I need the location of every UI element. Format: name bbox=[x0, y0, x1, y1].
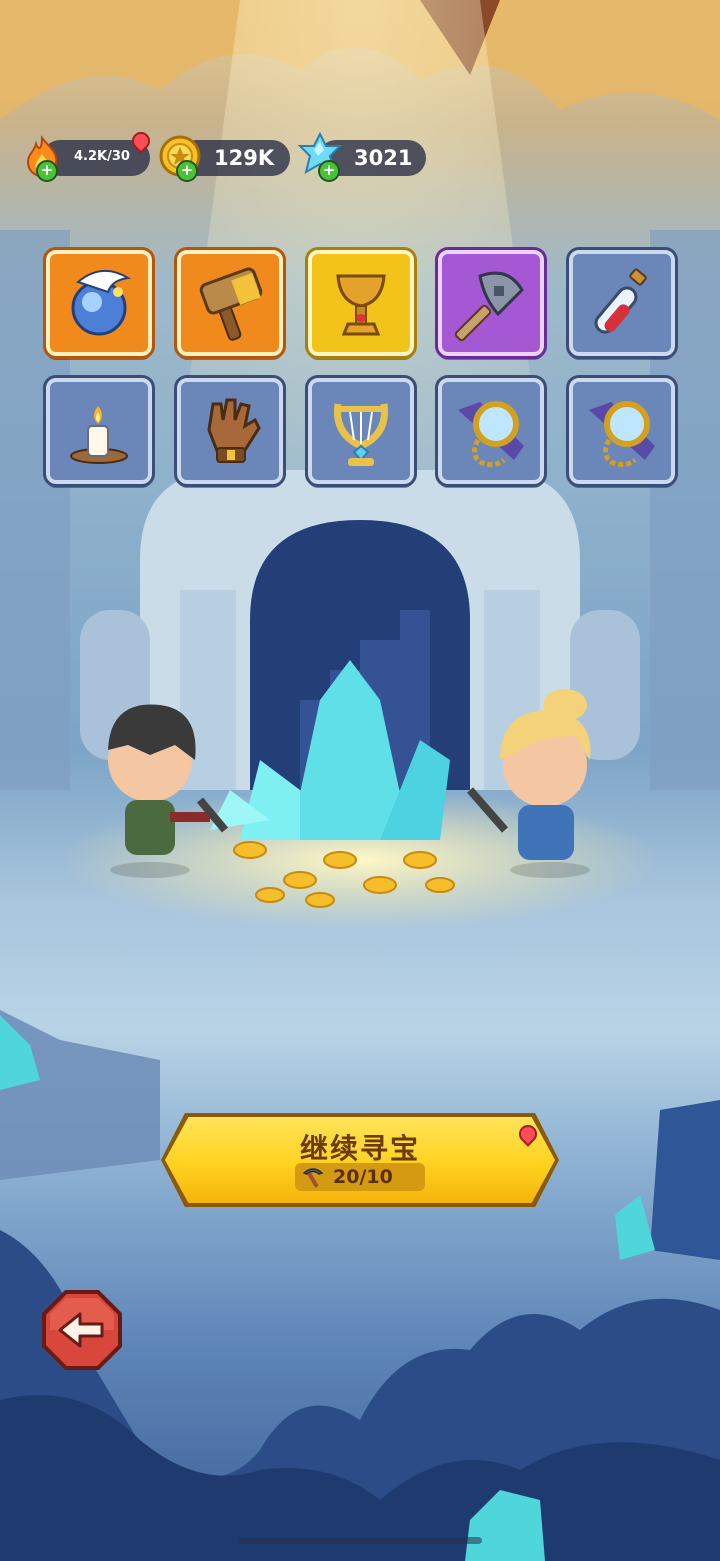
home-indicator[interactable] bbox=[238, 1537, 482, 1544]
coin-add-icon[interactable]: + bbox=[176, 160, 198, 182]
item-slot-golden-chalice[interactable] bbox=[305, 247, 417, 359]
treasure-scene: 4.2K/30 + 129K + 3021 + 继续寻宝 20/10 bbox=[0, 0, 720, 1561]
hammer-icon bbox=[199, 267, 263, 341]
lyre-icon bbox=[333, 403, 389, 466]
coin-value: 129K bbox=[214, 146, 275, 170]
pickaxe-icon bbox=[302, 1168, 324, 1188]
axe-icon bbox=[454, 271, 524, 342]
back-button[interactable] bbox=[42, 1290, 122, 1370]
item-slot-candle[interactable] bbox=[43, 375, 155, 487]
item-slot-magnifying-glass-1[interactable] bbox=[435, 375, 547, 487]
energy-value: 4.2K/30 bbox=[74, 149, 130, 164]
item-slot-golden-lyre[interactable] bbox=[305, 375, 417, 487]
item-slot-red-potion[interactable] bbox=[566, 247, 678, 359]
energy-add-icon[interactable]: + bbox=[36, 160, 58, 182]
item-slot-leather-glove[interactable] bbox=[174, 375, 286, 487]
glove-icon bbox=[207, 398, 261, 463]
gem-add-icon[interactable]: + bbox=[318, 160, 340, 182]
potion-icon bbox=[594, 268, 647, 334]
item-slot-battle-axe[interactable] bbox=[435, 247, 547, 359]
candle-icon bbox=[70, 406, 128, 464]
chalice-icon bbox=[336, 274, 386, 336]
item-slot-spirit-orb[interactable] bbox=[43, 247, 155, 359]
continue-treasure-hunt-button[interactable]: 继续寻宝 20/10 bbox=[161, 1113, 559, 1207]
pickaxe-cost-value: 20/10 bbox=[333, 1166, 393, 1188]
spirit-orb-icon bbox=[71, 270, 131, 336]
pickaxe-cost: 20/10 bbox=[295, 1163, 425, 1191]
item-slot-stone-hammer[interactable] bbox=[174, 247, 286, 359]
magnifying-glass-icon bbox=[589, 401, 655, 468]
continue-button-label: 继续寻宝 bbox=[299, 1132, 420, 1165]
item-slot-magnifying-glass-2[interactable] bbox=[566, 375, 678, 487]
gem-value: 3021 bbox=[354, 146, 413, 170]
magnifying-glass-icon bbox=[458, 401, 524, 468]
